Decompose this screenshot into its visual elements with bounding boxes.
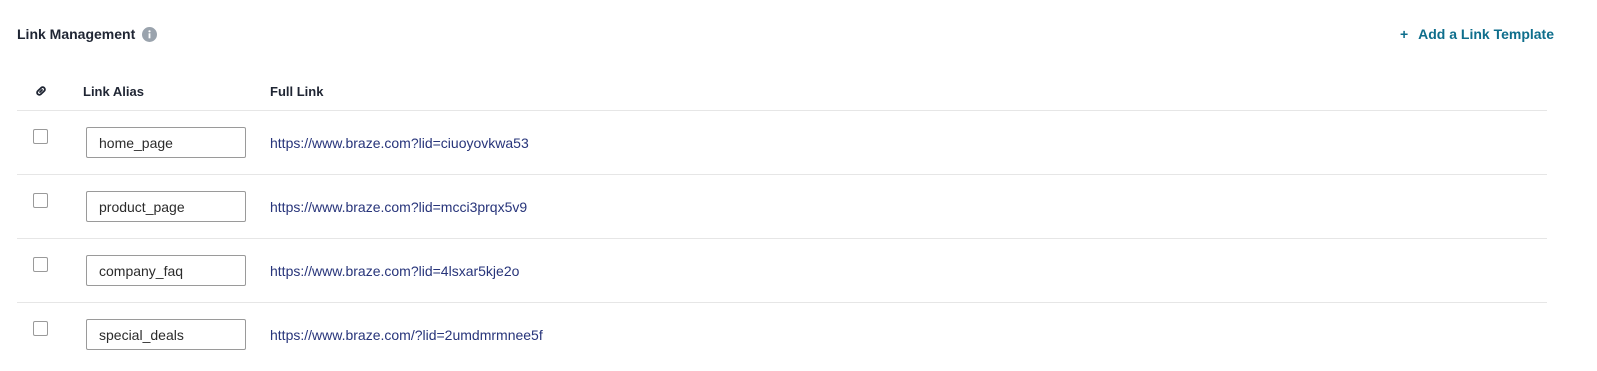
- full-link[interactable]: https://www.braze.com?lid=mcci3prqx5v9: [270, 199, 527, 215]
- link-alias-input[interactable]: [86, 191, 246, 222]
- row-checkbox[interactable]: [33, 321, 48, 336]
- link-alias-input[interactable]: [86, 319, 246, 350]
- row-checkbox[interactable]: [33, 257, 48, 272]
- table-row: https://www.braze.com?lid=4lsxar5kje2o: [17, 239, 1547, 303]
- table-row: https://www.braze.com?lid=mcci3prqx5v9: [17, 175, 1547, 239]
- full-link[interactable]: https://www.braze.com?lid=4lsxar5kje2o: [270, 263, 519, 279]
- add-link-template-label: Add a Link Template: [1418, 26, 1554, 42]
- table-row: https://www.braze.com/?lid=2umdmrmnee5f: [17, 303, 1547, 366]
- full-link[interactable]: https://www.braze.com?lid=ciuoyovkwa53: [270, 135, 529, 151]
- column-header-link-alias[interactable]: Link Alias: [83, 84, 144, 99]
- link-table: Link Alias Full Link https://www.braze.c…: [17, 75, 1547, 366]
- link-alias-input[interactable]: [86, 255, 246, 286]
- link-alias-input[interactable]: [86, 127, 246, 158]
- info-icon[interactable]: [142, 26, 158, 42]
- add-link-template-button[interactable]: + Add a Link Template: [1400, 26, 1554, 42]
- link-icon: [34, 84, 48, 98]
- column-header-full-link[interactable]: Full Link: [270, 84, 323, 99]
- table-header: Link Alias Full Link: [17, 75, 1547, 111]
- full-link[interactable]: https://www.braze.com/?lid=2umdmrmnee5f: [270, 327, 543, 343]
- table-row: https://www.braze.com?lid=ciuoyovkwa53: [17, 111, 1547, 175]
- row-checkbox[interactable]: [33, 129, 48, 144]
- plus-icon: +: [1399, 26, 1409, 42]
- page-title: Link Management: [17, 26, 136, 42]
- page-header: Link Management: [17, 22, 158, 46]
- row-checkbox[interactable]: [33, 193, 48, 208]
